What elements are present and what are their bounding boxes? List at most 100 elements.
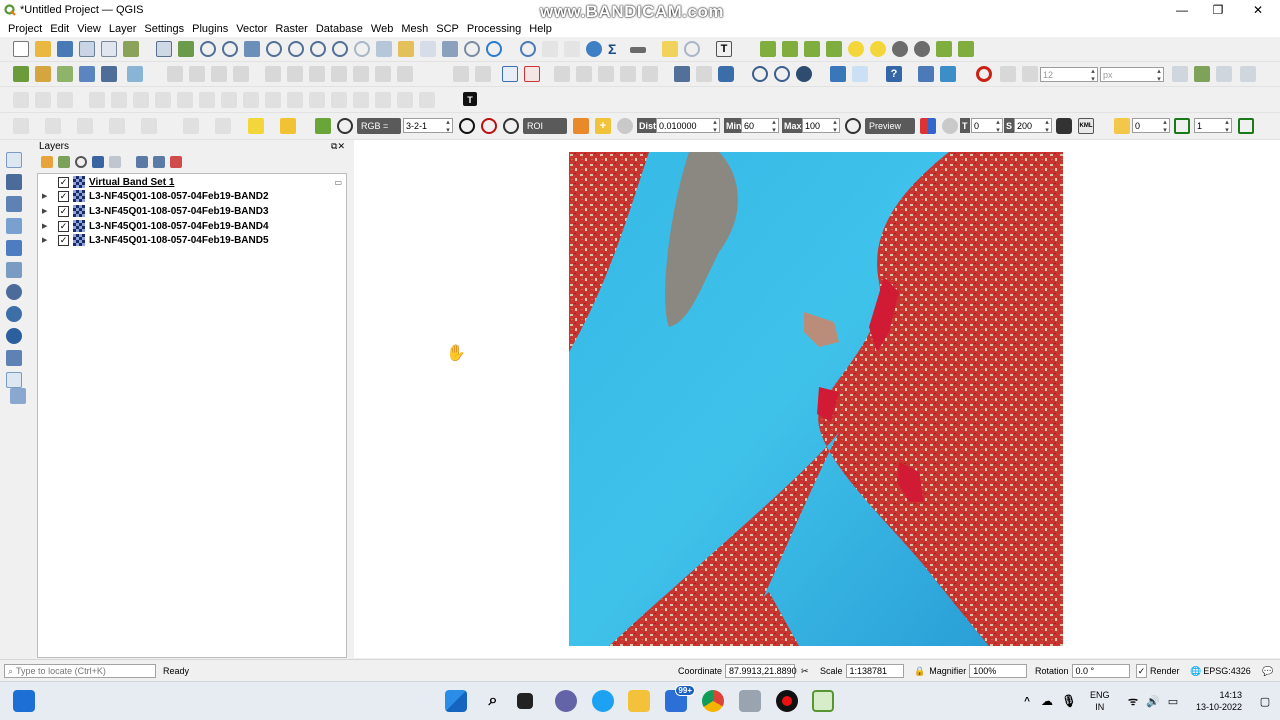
db-manager-icon[interactable] bbox=[674, 66, 690, 82]
zoom-full-icon[interactable] bbox=[244, 41, 260, 57]
mesh-b-icon[interactable] bbox=[45, 118, 61, 134]
zoom-scale-icon[interactable] bbox=[684, 41, 700, 57]
magnet-icon[interactable] bbox=[976, 66, 992, 82]
dock-b-icon[interactable] bbox=[940, 66, 956, 82]
statistics-sigma-icon[interactable]: Σ bbox=[608, 41, 624, 57]
manage-themes-icon[interactable] bbox=[75, 156, 87, 168]
pan-icon[interactable] bbox=[156, 41, 172, 57]
annotation-a-icon[interactable] bbox=[183, 118, 199, 134]
battery-icon[interactable]: ▭ bbox=[1162, 690, 1184, 712]
move-label-icon[interactable] bbox=[598, 66, 614, 82]
task-view-icon[interactable] bbox=[517, 693, 533, 709]
render-checkbox[interactable]: ✓ bbox=[1136, 664, 1147, 678]
remove-layer-icon[interactable] bbox=[170, 156, 182, 168]
processing-gear-icon[interactable] bbox=[586, 41, 602, 57]
undo-icon[interactable] bbox=[375, 66, 391, 82]
locator-search-input[interactable]: ⌕ Type to locate (Ctrl+K) bbox=[4, 664, 156, 678]
add-spatialite-layer-icon[interactable] bbox=[6, 240, 22, 256]
clock[interactable]: 14:13 13-10-2022 bbox=[1192, 689, 1242, 713]
scp-zoom-icon[interactable] bbox=[337, 118, 353, 134]
menu-mesh[interactable]: Mesh bbox=[401, 23, 428, 35]
extents-toggle-icon[interactable]: ✂ bbox=[801, 666, 809, 677]
roi-add-icon[interactable]: + bbox=[595, 118, 611, 134]
advanced-digitize-p-icon[interactable] bbox=[353, 92, 369, 108]
layer-row-group[interactable]: ✓ Virtual Band Set 1 ▭ bbox=[38, 175, 346, 189]
dist-spinbox[interactable]: 0.010000 bbox=[656, 118, 720, 134]
highlight-pin-icon[interactable] bbox=[576, 66, 592, 82]
widgets-icon[interactable] bbox=[13, 690, 35, 712]
tray-chevron-icon[interactable]: ^ bbox=[1016, 690, 1038, 712]
t-spinbox[interactable]: 0 bbox=[971, 118, 1003, 134]
text-annotation-icon[interactable]: T bbox=[716, 41, 732, 57]
mesh-a-icon[interactable] bbox=[13, 118, 29, 134]
preview-redo-icon[interactable] bbox=[942, 118, 958, 134]
panel-close-icon[interactable]: ⧉✕ bbox=[331, 141, 345, 152]
text-tool-icon[interactable]: T bbox=[463, 92, 477, 106]
kml-icon[interactable]: KML bbox=[1078, 118, 1094, 134]
layer-checkbox[interactable]: ✓ bbox=[58, 190, 69, 202]
rgb-prev-icon[interactable] bbox=[459, 118, 475, 134]
expand-arrow-icon[interactable]: ▶ bbox=[42, 192, 52, 200]
metasearch-icon[interactable] bbox=[752, 66, 768, 82]
advanced-digitize-e-icon[interactable] bbox=[111, 92, 127, 108]
menu-scp[interactable]: SCP bbox=[436, 23, 459, 35]
layer-checkbox[interactable]: ✓ bbox=[58, 220, 69, 232]
advanced-digitize-f-icon[interactable] bbox=[133, 92, 149, 108]
python-icon[interactable] bbox=[830, 66, 846, 82]
advanced-digitize-h-icon[interactable] bbox=[177, 92, 193, 108]
help-icon[interactable]: ? bbox=[886, 66, 902, 82]
advanced-digitize-b-icon[interactable] bbox=[35, 92, 51, 108]
gps-icon[interactable] bbox=[796, 66, 812, 82]
menu-vector[interactable]: Vector bbox=[236, 23, 267, 35]
menu-edit[interactable]: Edit bbox=[50, 23, 69, 35]
expand-all-icon[interactable] bbox=[136, 156, 148, 168]
preview-zoom-icon[interactable] bbox=[845, 118, 861, 134]
expand-arrow-icon[interactable]: ▶ bbox=[42, 207, 52, 215]
add-wfs-icon[interactable] bbox=[6, 306, 22, 322]
menu-view[interactable]: View bbox=[77, 23, 101, 35]
measure-icon[interactable] bbox=[630, 47, 646, 53]
s-spinbox[interactable]: 200 bbox=[1014, 118, 1052, 134]
advanced-digitize-i-icon[interactable] bbox=[199, 92, 215, 108]
locator[interactable]: ⌕ Type to locate (Ctrl+K) bbox=[4, 664, 156, 678]
python-console-icon[interactable] bbox=[696, 66, 712, 82]
diagram-icon[interactable] bbox=[554, 66, 570, 82]
num-spinbox[interactable]: 1 bbox=[1194, 118, 1232, 134]
scp-icon[interactable] bbox=[852, 66, 868, 82]
scale-combobox[interactable]: 1:138781 bbox=[845, 664, 904, 678]
layer-row[interactable]: ▶ ✓ L3-NF45Q01-108-057-04Feb19-BAND4 bbox=[38, 219, 346, 233]
clock-icon[interactable] bbox=[464, 41, 480, 57]
georeference-icon[interactable] bbox=[774, 66, 790, 82]
band-prev-icon[interactable] bbox=[1174, 118, 1190, 134]
microphone-icon[interactable]: 🎙 bbox=[1058, 690, 1080, 712]
show-bookmarks-icon[interactable] bbox=[420, 41, 436, 57]
menu-plugins[interactable]: Plugins bbox=[192, 23, 228, 35]
add-wcs-icon[interactable] bbox=[6, 328, 22, 344]
add-raster-layer-icon[interactable] bbox=[6, 174, 22, 190]
print-layout-icon[interactable] bbox=[101, 41, 117, 57]
font-size-spinbox[interactable]: 12 bbox=[1040, 67, 1098, 83]
intersection-icon[interactable] bbox=[1240, 66, 1256, 82]
add-mesh-icon[interactable] bbox=[79, 66, 95, 82]
roi-create-icon[interactable] bbox=[573, 118, 589, 134]
zoom-in-icon[interactable] bbox=[200, 41, 216, 57]
advanced-digitize-c-icon[interactable] bbox=[57, 92, 73, 108]
add-point-icon[interactable] bbox=[211, 66, 227, 82]
plugin-i-icon[interactable] bbox=[936, 41, 952, 57]
add-vector-layer-icon[interactable] bbox=[6, 152, 22, 168]
menu-help[interactable]: Help bbox=[529, 23, 552, 35]
magnifier-spinbox[interactable]: 100% bbox=[969, 664, 1028, 678]
add-postgis-icon[interactable] bbox=[6, 262, 22, 278]
layer-checkbox[interactable]: ✓ bbox=[58, 234, 69, 246]
zoom-selection-icon[interactable] bbox=[266, 41, 282, 57]
band-set-icon[interactable] bbox=[1114, 118, 1130, 134]
volume-icon[interactable]: 🔊 bbox=[1142, 690, 1164, 712]
qgis-taskbar-icon[interactable] bbox=[812, 690, 834, 712]
crs-button[interactable]: 🌐 EPSG:4326 bbox=[1190, 664, 1251, 678]
self-snap-icon[interactable] bbox=[1216, 66, 1232, 82]
menu-layer[interactable]: Layer bbox=[109, 23, 137, 35]
plugin-c-icon[interactable] bbox=[804, 41, 820, 57]
close-button[interactable]: ✕ bbox=[1240, 0, 1276, 20]
advanced-digitize-g-icon[interactable] bbox=[155, 92, 171, 108]
plugin-a-icon[interactable] bbox=[760, 41, 776, 57]
